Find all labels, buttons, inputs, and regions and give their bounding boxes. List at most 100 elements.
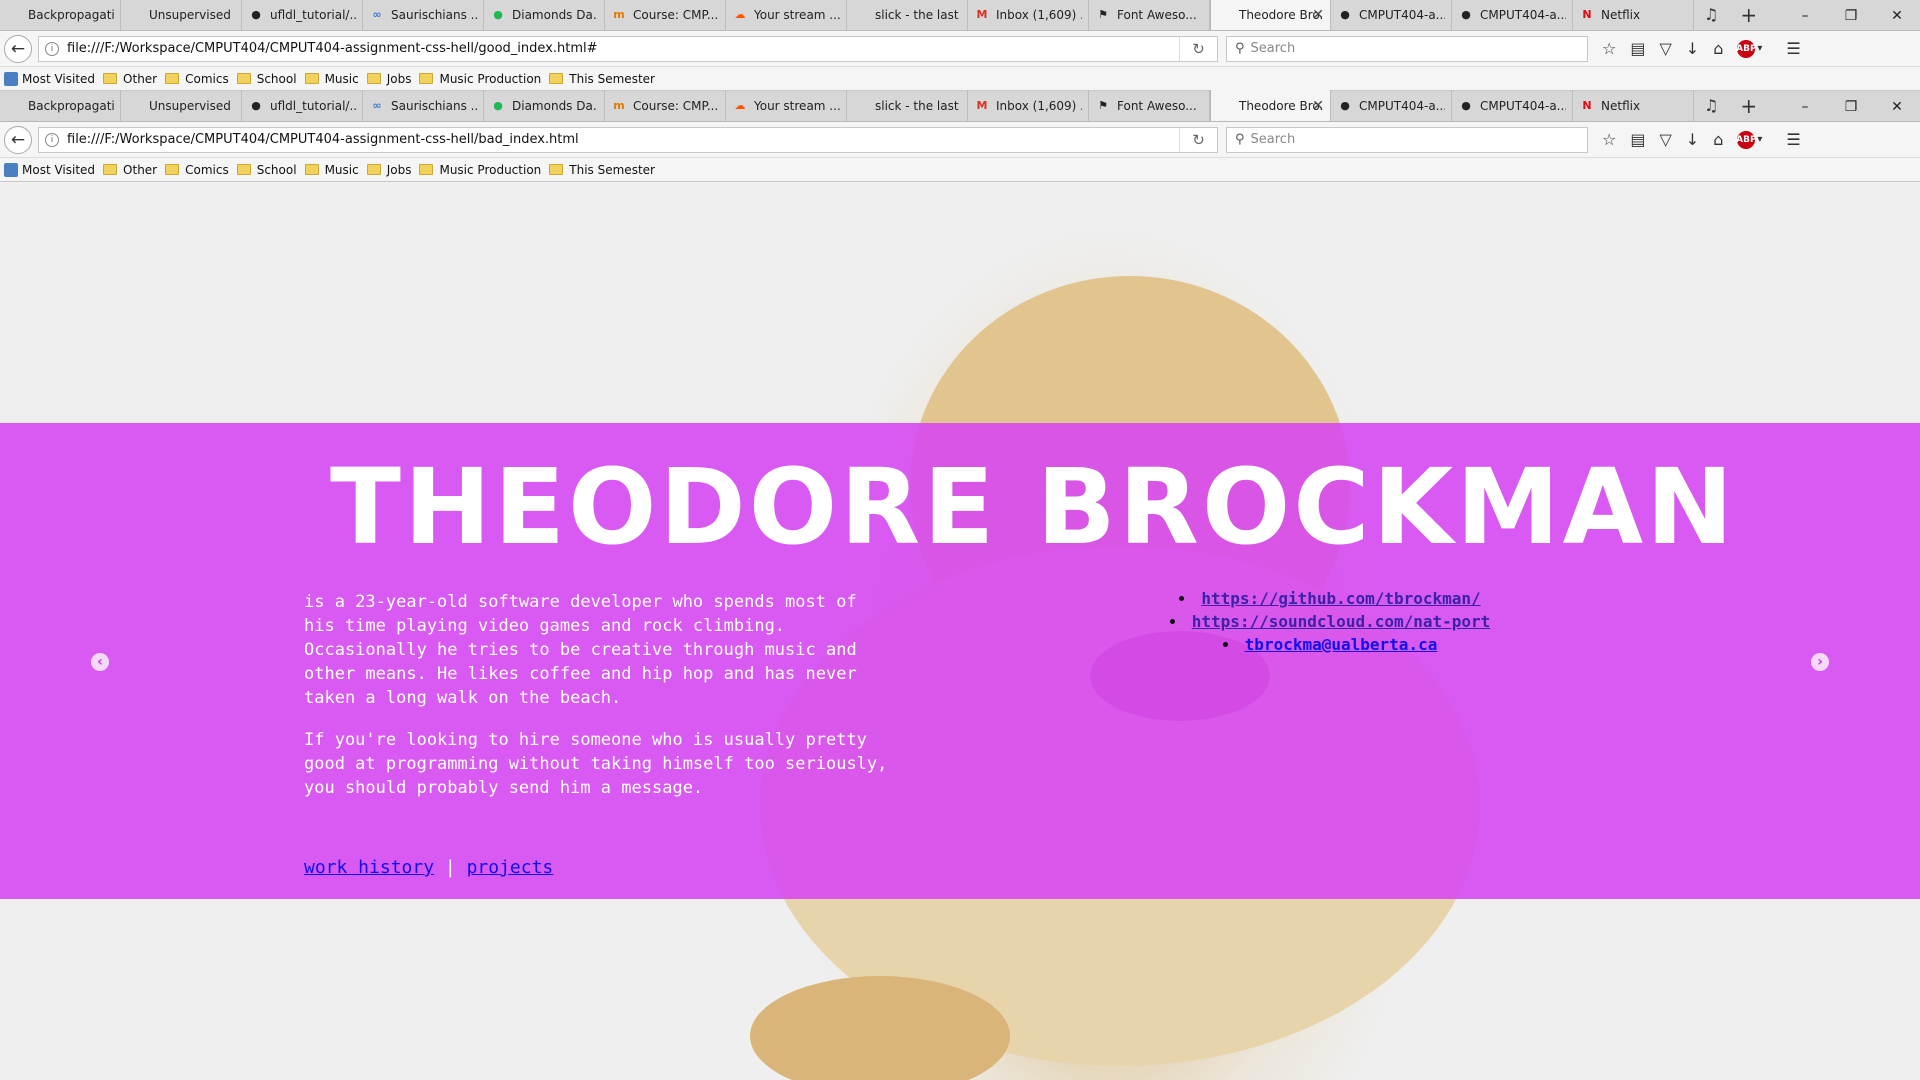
- tab[interactable]: ● CMPUT404-a...: [1452, 90, 1573, 121]
- bookmark-item[interactable]: Music: [304, 71, 359, 86]
- pocket-icon[interactable]: ▽: [1659, 130, 1671, 149]
- bookmark-item[interactable]: Comics: [165, 163, 229, 177]
- tab[interactable]: Backpropagation ...: [0, 0, 121, 30]
- adblock-icon[interactable]: ABP: [1736, 130, 1757, 149]
- new-tab-icon[interactable]: +: [1740, 94, 1757, 118]
- projects-link[interactable]: projects: [467, 857, 554, 878]
- close-window-icon[interactable]: ✕: [1874, 0, 1920, 31]
- back-button[interactable]: ←: [4, 34, 32, 63]
- bookmark-item[interactable]: School: [236, 72, 297, 86]
- tab[interactable]: ● CMPUT404-a...: [1331, 0, 1452, 30]
- bookmark-item[interactable]: Most Visited: [4, 71, 95, 86]
- tab[interactable]: ● CMPUT404-a...: [1452, 0, 1573, 30]
- menu-icon[interactable]: ☰: [1786, 130, 1800, 149]
- tab[interactable]: slick - the last car...: [847, 0, 968, 30]
- tab-bar: Backpropagation ... Unsupervised Fea... ● u…: [0, 90, 1920, 122]
- restore-icon[interactable]: ❐: [1828, 0, 1874, 31]
- tab-label: ufldl_tutorial/...: [270, 98, 356, 113]
- tab[interactable]: M Inbox (1,609) ...: [968, 90, 1089, 121]
- browser-window-2: Backpropagation ... Unsupervised Fea... ● u…: [0, 90, 1920, 182]
- adblock-icon[interactable]: ABP: [1736, 39, 1757, 58]
- bookmark-item[interactable]: Music Production: [419, 163, 541, 177]
- tab-label: CMPUT404-a...: [1480, 98, 1566, 113]
- minimize-icon[interactable]: –: [1782, 0, 1828, 31]
- bookmark-star-icon[interactable]: ☆: [1602, 130, 1616, 149]
- search-input[interactable]: ⚲ Search: [1226, 126, 1588, 153]
- bookmark-item[interactable]: Jobs: [366, 162, 412, 177]
- soundcloud-link[interactable]: https://soundcloud.com/nat-port: [1192, 612, 1491, 631]
- home-icon[interactable]: ⌂: [1713, 39, 1723, 58]
- reading-list-icon[interactable]: ▤: [1630, 130, 1645, 149]
- tab[interactable]: Unsupervised Fea...: [121, 90, 242, 121]
- bookmark-item[interactable]: Jobs: [366, 72, 411, 86]
- bookmark-item[interactable]: Comics: [165, 72, 229, 86]
- email-link[interactable]: tbrockma@ualberta.ca: [1245, 635, 1438, 654]
- dropdown-icon[interactable]: ▾: [1757, 134, 1762, 145]
- new-tab-icon[interactable]: +: [1740, 3, 1757, 27]
- bookmark-label: Music: [324, 71, 359, 86]
- tab-label: Diamonds Da...: [512, 7, 598, 22]
- bookmark-item[interactable]: Music: [304, 163, 359, 177]
- info-icon[interactable]: i: [45, 132, 59, 147]
- bookmark-item[interactable]: Other: [103, 72, 157, 86]
- tab[interactable]: ∞ Saurischians ...: [363, 0, 484, 30]
- tab[interactable]: ● ufldl_tutorial/...: [242, 0, 363, 30]
- tab[interactable]: ● ufldl_tutorial/...: [242, 90, 363, 121]
- home-icon[interactable]: ⌂: [1713, 130, 1723, 149]
- volume-icon[interactable]: ♫: [1704, 96, 1718, 115]
- search-icon: ⚲: [1235, 41, 1245, 56]
- tab[interactable]: ☁ Your stream ...: [726, 90, 847, 121]
- bookmark-item[interactable]: Music Production: [419, 72, 541, 86]
- search-placeholder: Search: [1250, 132, 1296, 147]
- close-window-icon[interactable]: ✕: [1874, 91, 1920, 122]
- tab[interactable]: Theodore Bro... ✕: [1210, 0, 1331, 30]
- tab[interactable]: slick - the last car...: [847, 90, 968, 121]
- bookmark-label: Jobs: [386, 162, 412, 177]
- tab[interactable]: ● Diamonds Da...: [484, 90, 605, 121]
- bookmark-item[interactable]: Other: [103, 163, 157, 177]
- close-tab-icon[interactable]: ✕: [1312, 98, 1324, 114]
- bookmark-item[interactable]: Most Visited: [4, 162, 95, 177]
- bookmark-star-icon[interactable]: ☆: [1602, 39, 1616, 58]
- tab[interactable]: ☁ Your stream ...: [726, 0, 847, 30]
- volume-icon[interactable]: ♫: [1704, 5, 1718, 24]
- tab[interactable]: ● CMPUT404-a...: [1331, 90, 1452, 121]
- reload-icon[interactable]: ↻: [1179, 127, 1217, 152]
- work-history-link[interactable]: work history: [304, 857, 434, 878]
- menu-icon[interactable]: ☰: [1786, 39, 1800, 58]
- tab[interactable]: ● Diamonds Da...: [484, 0, 605, 30]
- reading-list-icon[interactable]: ▤: [1630, 39, 1645, 58]
- url-bar[interactable]: i file:///F:/Workspace/CMPUT404/CMPUT404…: [38, 126, 1218, 153]
- folder-icon: [236, 73, 251, 84]
- tab[interactable]: N Netflix: [1573, 0, 1694, 30]
- info-icon[interactable]: i: [45, 41, 59, 56]
- github-link[interactable]: https://github.com/tbrockman/: [1201, 589, 1480, 608]
- tab[interactable]: Theodore Bro... ✕: [1210, 90, 1331, 121]
- carousel-prev-icon[interactable]: ‹: [91, 653, 109, 671]
- tab[interactable]: Backpropagation ...: [0, 90, 121, 121]
- pocket-icon[interactable]: ▽: [1659, 39, 1671, 58]
- folder-icon: [419, 164, 434, 175]
- tab[interactable]: ∞ Saurischians ...: [363, 90, 484, 121]
- download-icon[interactable]: ↓: [1686, 39, 1699, 58]
- close-tab-icon[interactable]: ✕: [1312, 7, 1324, 23]
- search-input[interactable]: ⚲ Search: [1226, 35, 1588, 62]
- tab[interactable]: Unsupervised Fea...: [121, 0, 242, 30]
- bookmark-item[interactable]: This Semester: [549, 163, 655, 177]
- tab[interactable]: ⚑ Font Aweso...: [1089, 90, 1210, 121]
- minimize-icon[interactable]: –: [1782, 91, 1828, 122]
- dropdown-icon[interactable]: ▾: [1757, 43, 1762, 54]
- tab[interactable]: ⚑ Font Aweso...: [1089, 0, 1210, 30]
- url-bar[interactable]: i file:///F:/Workspace/CMPUT404/CMPUT404…: [38, 35, 1218, 62]
- tab[interactable]: m Course: CMP...: [605, 90, 726, 121]
- tab[interactable]: M Inbox (1,609) ...: [968, 0, 1089, 30]
- reload-icon[interactable]: ↻: [1179, 36, 1217, 61]
- tab[interactable]: N Netflix: [1573, 90, 1694, 121]
- back-button[interactable]: ←: [4, 125, 32, 154]
- bookmark-item[interactable]: School: [236, 163, 297, 177]
- restore-icon[interactable]: ❐: [1828, 91, 1874, 122]
- tab[interactable]: m Course: CMP...: [605, 0, 726, 30]
- carousel-next-icon[interactable]: ›: [1811, 653, 1829, 671]
- bookmark-item[interactable]: This Semester: [549, 72, 655, 86]
- download-icon[interactable]: ↓: [1686, 130, 1699, 149]
